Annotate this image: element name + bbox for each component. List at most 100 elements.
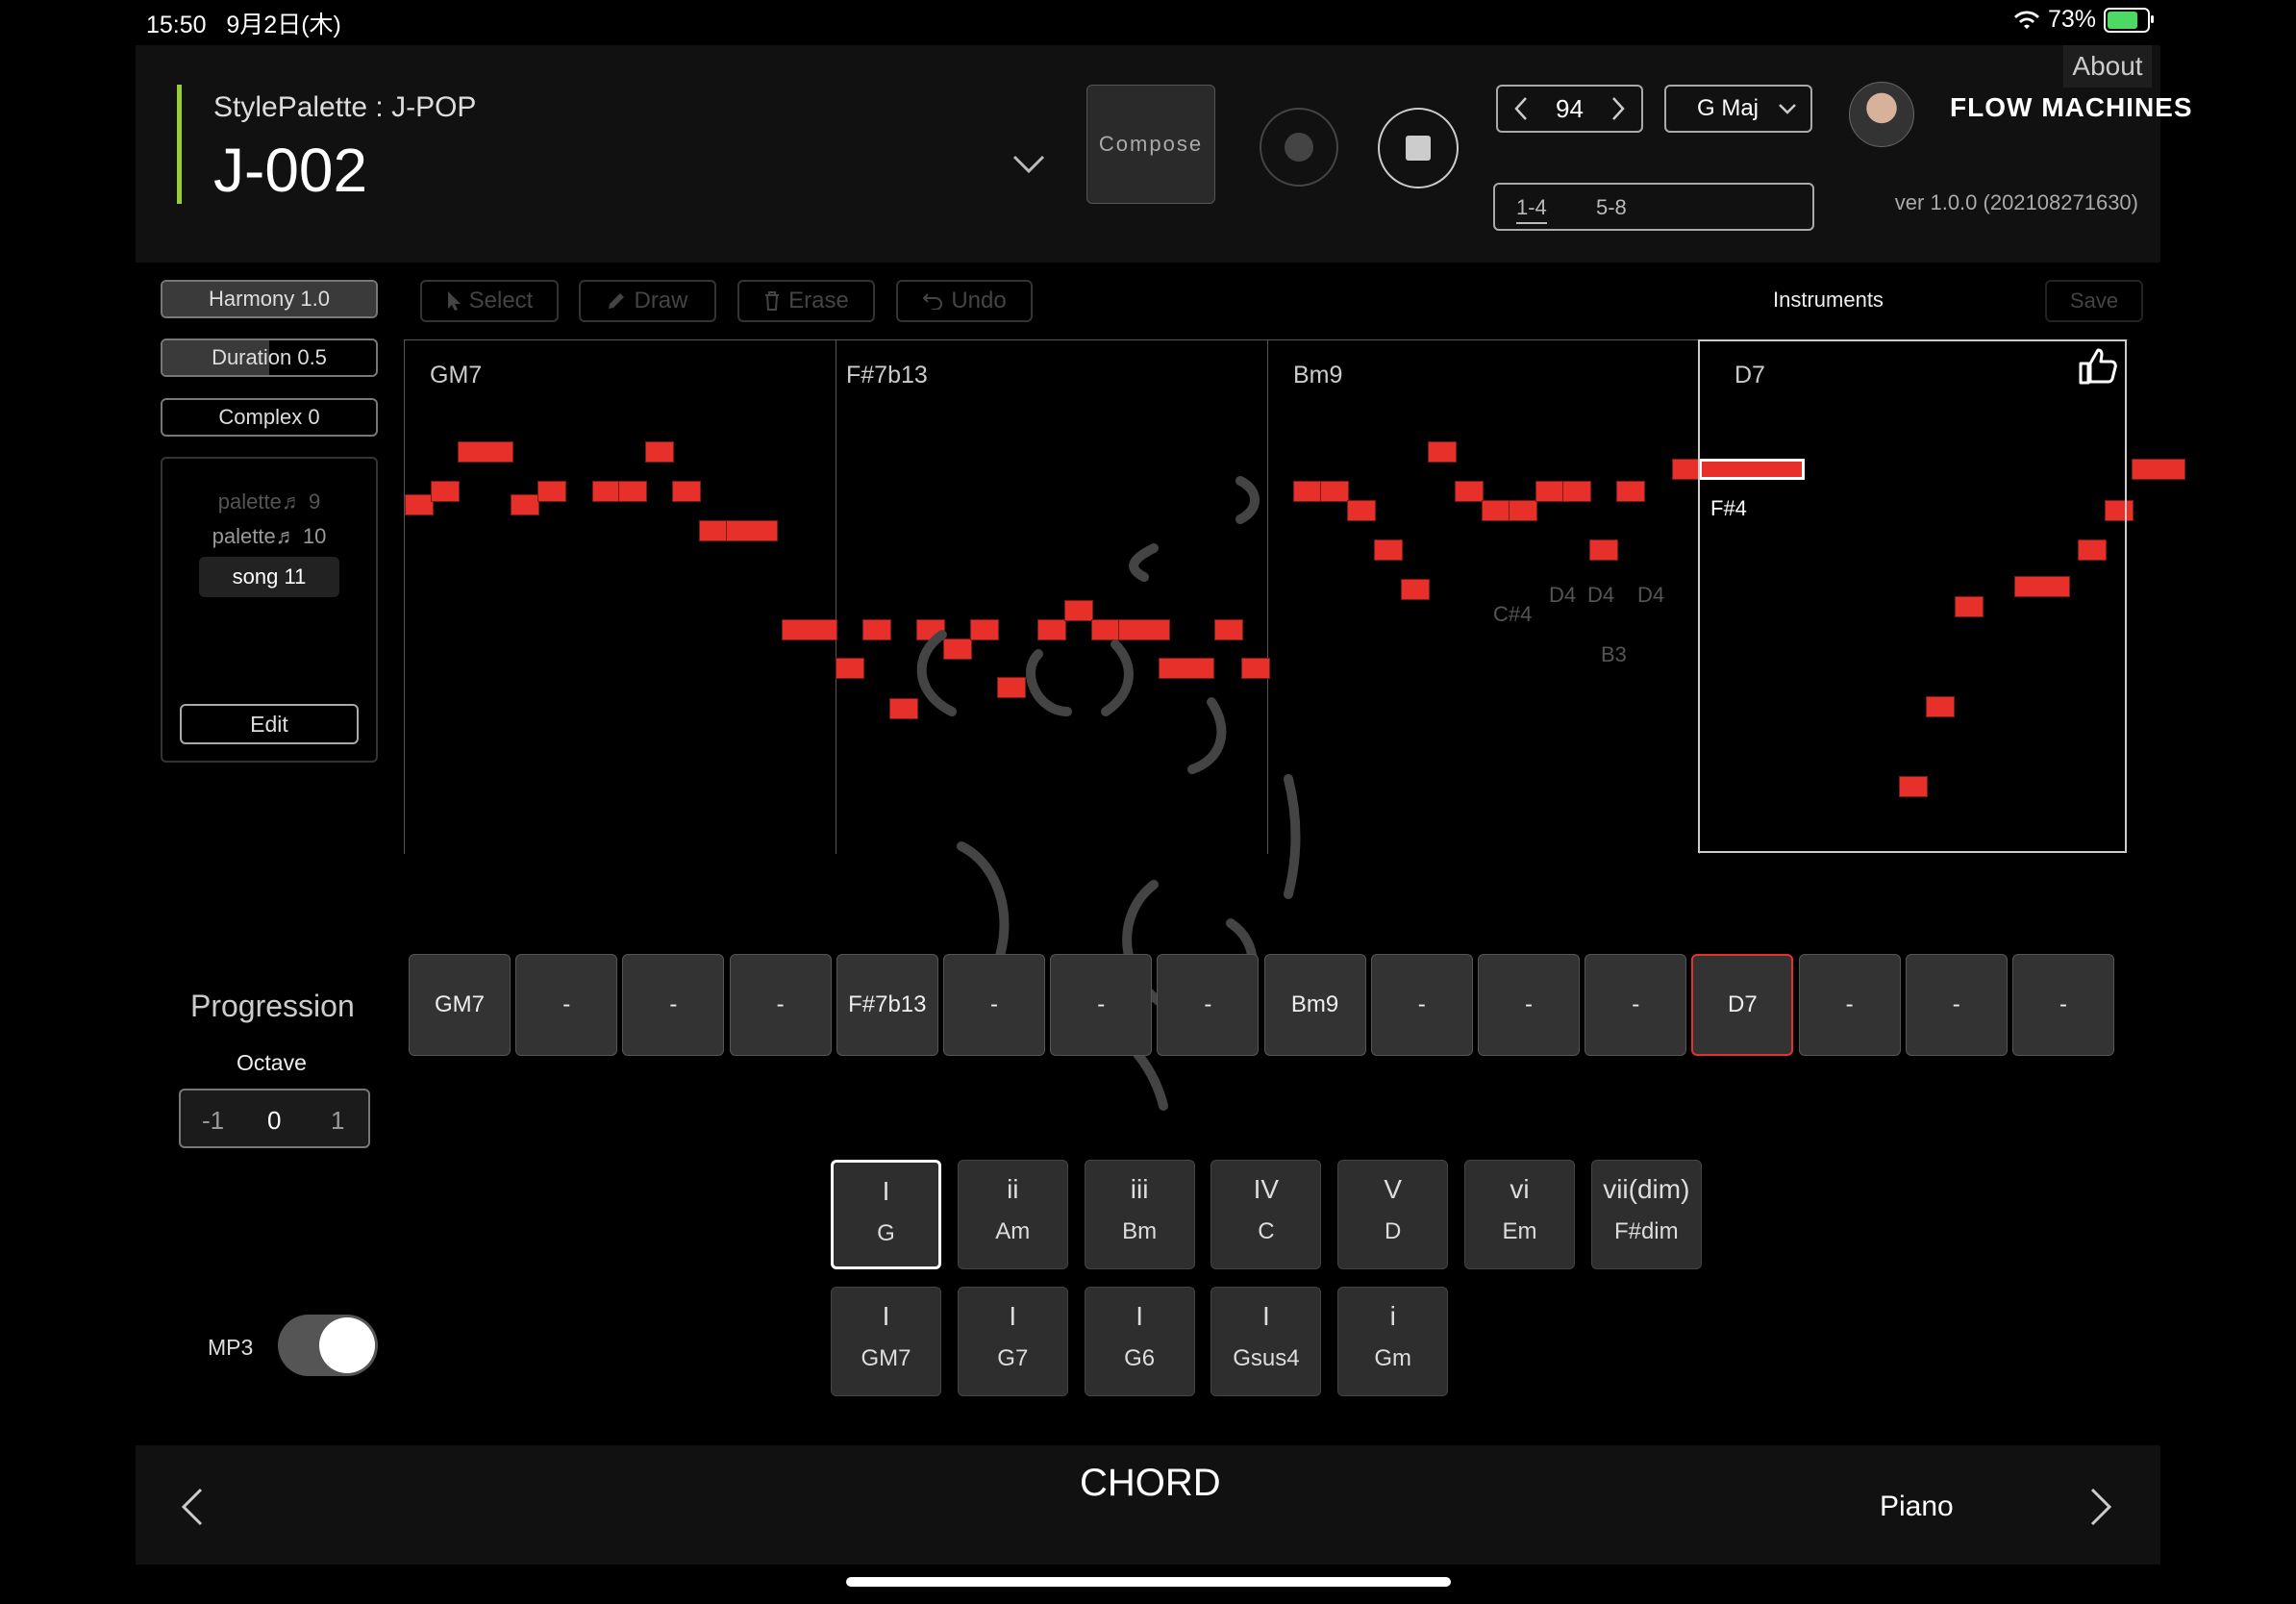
melody-note[interactable] — [1672, 459, 1701, 480]
draw-tool-button[interactable]: Draw — [579, 280, 716, 322]
progression-cell[interactable]: - — [515, 954, 618, 1056]
bar-range-tab-1[interactable]: 1-4 — [1516, 195, 1547, 224]
chord-button[interactable]: I GM7 — [831, 1287, 941, 1396]
progression-cell[interactable]: - — [2012, 954, 2114, 1056]
undo-button[interactable]: Undo — [896, 280, 1033, 322]
footer-instrument[interactable]: Piano — [1880, 1491, 1954, 1523]
chevron-down-icon[interactable] — [1011, 149, 1046, 178]
melody-note[interactable] — [916, 619, 945, 640]
about-button[interactable]: About — [2063, 45, 2152, 88]
melody-note[interactable] — [1091, 619, 1120, 640]
melody-note[interactable] — [1535, 481, 1564, 502]
melody-note[interactable] — [1064, 600, 1093, 621]
progression-cell[interactable]: - — [1478, 954, 1580, 1056]
melody-note[interactable] — [1347, 500, 1376, 521]
avatar[interactable] — [1849, 82, 1914, 147]
key-select[interactable]: G Maj — [1664, 85, 1812, 133]
melody-note[interactable] — [699, 520, 728, 541]
melody-note[interactable] — [1616, 481, 1645, 502]
progression-cell[interactable]: - — [1585, 954, 1687, 1056]
complex-slider[interactable]: Complex 0 — [161, 398, 378, 437]
chord-button[interactable]: VD — [1337, 1160, 1449, 1269]
melody-note[interactable] — [970, 619, 999, 640]
melody-note[interactable] — [1293, 481, 1322, 502]
progression-cell[interactable]: F#7b13 — [836, 954, 938, 1056]
palette-item[interactable]: palette♬ 9 — [162, 489, 376, 514]
record-button[interactable] — [1260, 108, 1338, 187]
melody-note[interactable] — [1428, 441, 1457, 463]
melody-note[interactable] — [782, 619, 837, 640]
chord-button[interactable]: I Gsus4 — [1210, 1287, 1322, 1396]
chord-button[interactable]: IG — [831, 1160, 941, 1269]
instruments-button[interactable]: Instruments — [1773, 288, 1884, 313]
select-tool-button[interactable]: Select — [420, 280, 559, 322]
chord-button[interactable]: vi Em — [1464, 1160, 1575, 1269]
harmony-slider[interactable]: Harmony 1.0 — [161, 280, 378, 318]
melody-note[interactable] — [1589, 539, 1618, 561]
melody-note[interactable] — [1562, 481, 1591, 502]
progression-cell[interactable]: - — [1798, 954, 1901, 1056]
melody-note[interactable] — [862, 619, 891, 640]
melody-note[interactable] — [645, 441, 674, 463]
melody-note[interactable] — [1118, 619, 1170, 640]
chevron-left-icon[interactable] — [1513, 96, 1529, 121]
melody-note[interactable] — [511, 494, 539, 515]
chord-button[interactable]: i Gm — [1337, 1287, 1449, 1396]
melody-note[interactable] — [943, 639, 972, 660]
progression-cell[interactable]: GM7 — [409, 954, 511, 1056]
stop-button[interactable] — [1378, 108, 1459, 188]
melody-note[interactable] — [1159, 658, 1214, 679]
melody-note[interactable] — [618, 481, 647, 502]
melody-note[interactable] — [431, 481, 460, 502]
melody-note[interactable] — [2132, 459, 2185, 480]
melody-note[interactable] — [1037, 619, 1066, 640]
thumbs-up-icon[interactable] — [2077, 344, 2119, 387]
melody-note[interactable] — [726, 520, 778, 541]
chevron-right-icon[interactable] — [1610, 96, 1626, 121]
progression-cell[interactable]: - — [1905, 954, 2008, 1056]
melody-note[interactable] — [1214, 619, 1243, 640]
progression-cell[interactable]: - — [1050, 954, 1153, 1056]
edit-button[interactable]: Edit — [180, 704, 359, 744]
chord-button[interactable]: I G6 — [1084, 1287, 1195, 1396]
melody-note[interactable] — [458, 441, 513, 463]
melody-note[interactable] — [1482, 500, 1510, 521]
chord-button[interactable]: IV C — [1210, 1160, 1322, 1269]
erase-tool-button[interactable]: Erase — [737, 280, 875, 322]
bar-range-tab-2[interactable]: 5-8 — [1596, 195, 1627, 220]
octave-minus[interactable]: -1 — [202, 1106, 224, 1136]
chord-button[interactable]: iii Bm — [1084, 1160, 1195, 1269]
palette-item[interactable]: palette♬ 10 — [162, 524, 376, 549]
melody-note[interactable] — [889, 698, 918, 719]
save-button[interactable]: Save — [2045, 280, 2143, 322]
progression-cell[interactable]: - — [1370, 954, 1473, 1056]
octave-plus[interactable]: 1 — [331, 1106, 344, 1136]
progression-cell[interactable]: D7 — [1691, 954, 1794, 1056]
chord-button[interactable]: ii Am — [957, 1160, 1068, 1269]
melody-note[interactable] — [672, 481, 701, 502]
octave-zero[interactable]: 0 — [267, 1106, 281, 1136]
melody-note[interactable] — [997, 677, 1026, 698]
duration-slider[interactable]: Duration 0.5 — [161, 338, 378, 377]
progression-cell[interactable]: - — [729, 954, 832, 1056]
melody-note[interactable] — [1374, 539, 1403, 561]
melody-note[interactable] — [1241, 658, 1270, 679]
palette-item-selected[interactable]: song 11 — [162, 564, 376, 589]
mp3-toggle[interactable] — [278, 1315, 378, 1376]
compose-button[interactable]: Compose — [1086, 85, 1215, 204]
melody-note[interactable] — [405, 494, 434, 515]
melody-note[interactable] — [836, 658, 864, 679]
melody-note[interactable] — [1401, 579, 1430, 600]
melody-note[interactable] — [537, 481, 566, 502]
melody-note[interactable] — [1509, 500, 1537, 521]
melody-note[interactable] — [592, 481, 621, 502]
melody-note[interactable] — [1320, 481, 1349, 502]
progression-cell[interactable]: - — [622, 954, 725, 1056]
chevron-right-icon[interactable] — [2086, 1486, 2115, 1528]
progression-cell[interactable]: - — [1157, 954, 1260, 1056]
chevron-left-icon[interactable] — [178, 1486, 207, 1528]
melody-note[interactable] — [1455, 481, 1484, 502]
progression-cell[interactable]: - — [943, 954, 1045, 1056]
progression-cell[interactable]: Bm9 — [1263, 954, 1366, 1056]
chord-button[interactable]: I G7 — [957, 1287, 1068, 1396]
